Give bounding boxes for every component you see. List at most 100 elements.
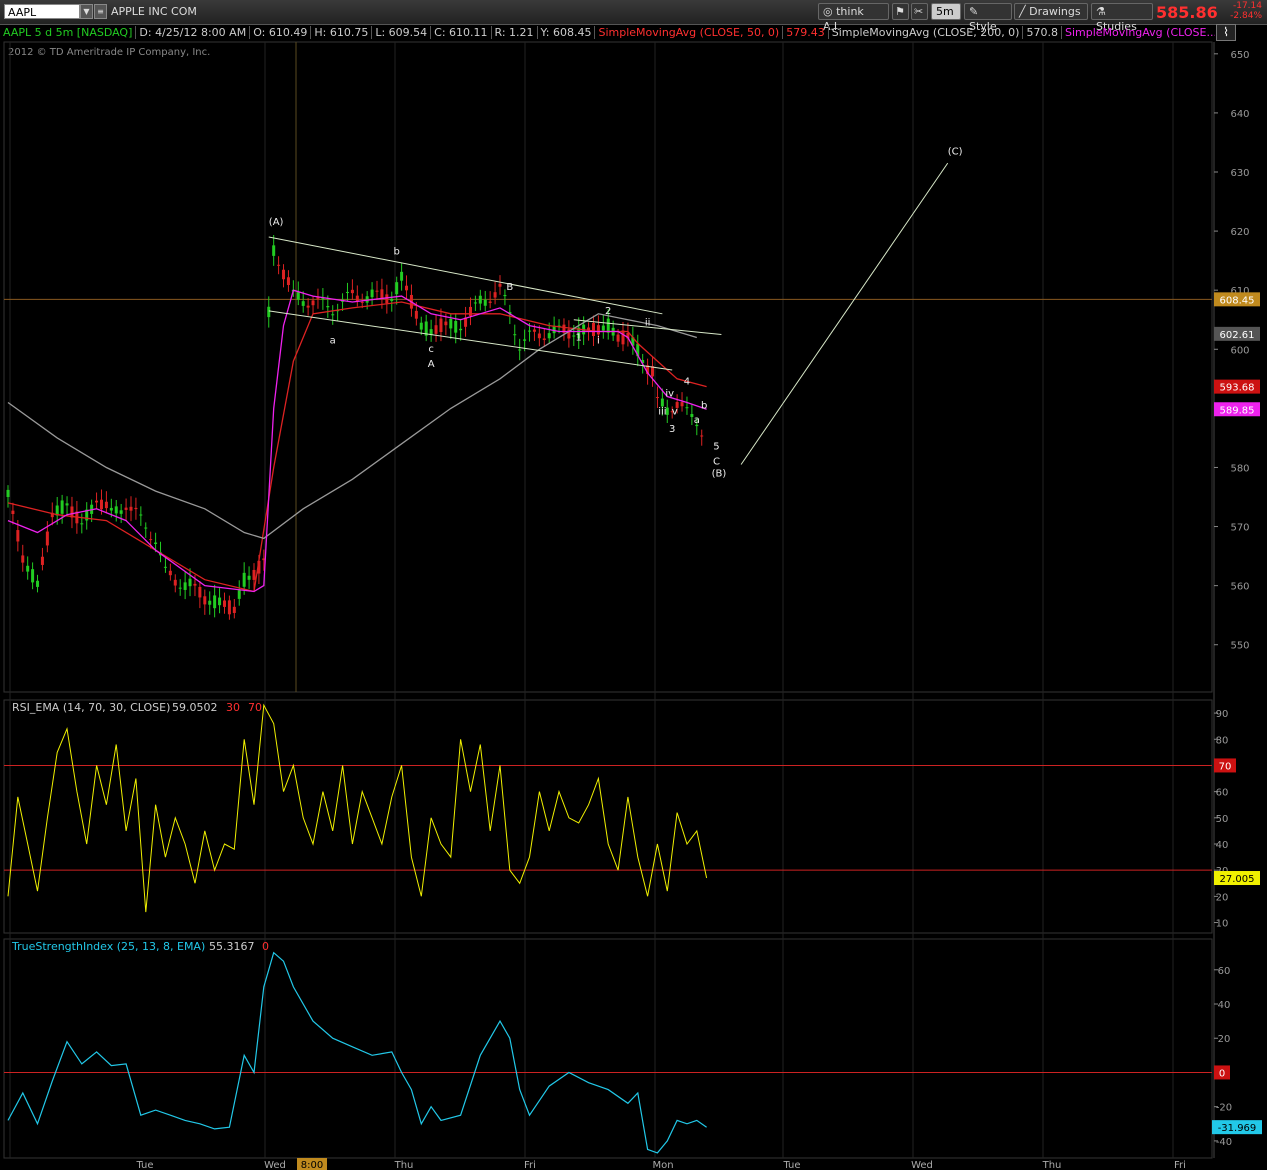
candle-body — [154, 542, 158, 544]
candle-body — [473, 302, 477, 304]
price-tag-label: 602.61 — [1220, 330, 1255, 341]
candle-body — [326, 305, 330, 308]
candle-body — [183, 582, 187, 590]
candle-body — [247, 575, 251, 580]
candle-body — [222, 600, 226, 607]
wave-label: ii — [645, 318, 651, 329]
candle-body — [124, 507, 128, 510]
candle-body — [208, 600, 212, 605]
candle-body — [321, 298, 325, 300]
candle-body — [95, 500, 99, 503]
wave-label: i — [597, 335, 600, 346]
wave-label: a — [694, 415, 700, 426]
time-marker-label: 8:00 — [301, 1160, 323, 1170]
candle-body — [518, 349, 522, 351]
rsi-tick-label: 90 — [1216, 709, 1229, 720]
tsi-tick-label: 60 — [1218, 966, 1231, 977]
candle-body — [528, 330, 532, 332]
wave-label: b — [394, 247, 400, 258]
candle-body — [188, 578, 192, 587]
candle-body — [680, 402, 684, 407]
price-tag-label: 589.85 — [1220, 405, 1255, 416]
candle-body — [45, 531, 49, 546]
candle-body — [109, 507, 113, 511]
candle-body — [227, 600, 231, 615]
x-tick-label: Tue — [782, 1160, 800, 1170]
wave-label: (A) — [269, 217, 284, 228]
x-tick-label: Wed — [264, 1160, 286, 1170]
tsi-tick-label: 40 — [1218, 1000, 1231, 1011]
trend-line — [740, 162, 949, 465]
candle-body — [700, 435, 704, 437]
panel-frame-rsi — [3, 699, 1213, 934]
candle-body — [365, 296, 369, 303]
candle-body — [178, 587, 182, 589]
rsi-line — [7, 703, 708, 913]
candle-body — [444, 321, 448, 326]
candle-body — [493, 292, 497, 298]
rsi-70-tag-label: 70 — [1219, 761, 1232, 772]
wave-label: b — [701, 400, 707, 411]
candle-body — [242, 572, 246, 587]
rsi-tick-label: 60 — [1216, 788, 1229, 799]
candle-body — [237, 590, 241, 599]
tsi-last-tag-label: -31.969 — [1218, 1123, 1257, 1134]
candle-body — [616, 334, 620, 342]
rsi-tick-label: 20 — [1216, 892, 1229, 903]
candle-body — [591, 322, 595, 337]
candle-body — [198, 586, 202, 598]
sma-line-3 — [7, 289, 707, 593]
candle-body — [213, 595, 217, 609]
tsi-value: 55.3167 — [209, 940, 255, 953]
wave-label: B — [506, 282, 513, 293]
candle-body — [129, 506, 133, 511]
candle-body — [532, 329, 536, 332]
candle-body — [277, 264, 281, 266]
wave-label: C — [713, 457, 720, 468]
candle-body — [385, 294, 389, 304]
rsi-value: 59.0502 — [172, 701, 218, 714]
candle-body — [16, 530, 20, 542]
candle-body — [119, 510, 123, 514]
candle-body — [26, 565, 30, 572]
candle-body — [31, 569, 35, 583]
candle-body — [267, 306, 271, 318]
rsi-tick-label: 10 — [1216, 919, 1229, 930]
candle-body — [193, 583, 197, 586]
price-tick-label: 630 — [1230, 168, 1249, 179]
candle-body — [380, 289, 384, 299]
x-tick-label: Fri — [1174, 1160, 1186, 1170]
candle-body — [449, 318, 453, 329]
wave-label: 3 — [669, 424, 675, 435]
candle-body — [454, 320, 458, 333]
candle-body — [11, 510, 15, 515]
wave-label: v — [672, 406, 678, 417]
x-tick-label: Wed — [911, 1160, 933, 1170]
candle-body — [286, 277, 290, 285]
price-tick-label: 600 — [1230, 345, 1249, 356]
candle-body — [301, 301, 305, 306]
tsi-tick-label: 20 — [1218, 1034, 1231, 1045]
sma-line-1 — [7, 301, 707, 593]
candle-body — [537, 333, 541, 339]
chart-canvas[interactable]: RSI_EMA (14, 70, 30, CLOSE) 59.0502 30 70 T… — [0, 0, 1267, 1170]
candle-body — [21, 555, 25, 563]
wave-label: (B) — [712, 468, 727, 479]
x-tick-label: Thu — [394, 1160, 414, 1170]
candle-body — [405, 285, 409, 291]
candle-body — [114, 506, 118, 514]
candle-body — [523, 339, 527, 341]
candle-body — [547, 333, 551, 339]
x-tick-label: Mon — [652, 1160, 673, 1170]
candle-body — [434, 325, 438, 334]
candle-body — [139, 514, 143, 516]
candle-body — [503, 294, 507, 297]
tsi-tick-label: -40 — [1216, 1137, 1232, 1148]
candle-body — [513, 334, 517, 336]
rsi-level-high: 70 — [248, 701, 262, 714]
candle-body — [395, 282, 399, 295]
panel-frame-tsi — [3, 938, 1213, 1159]
candle-body — [168, 570, 172, 576]
candle-body — [218, 597, 222, 606]
candle-body — [606, 318, 610, 333]
